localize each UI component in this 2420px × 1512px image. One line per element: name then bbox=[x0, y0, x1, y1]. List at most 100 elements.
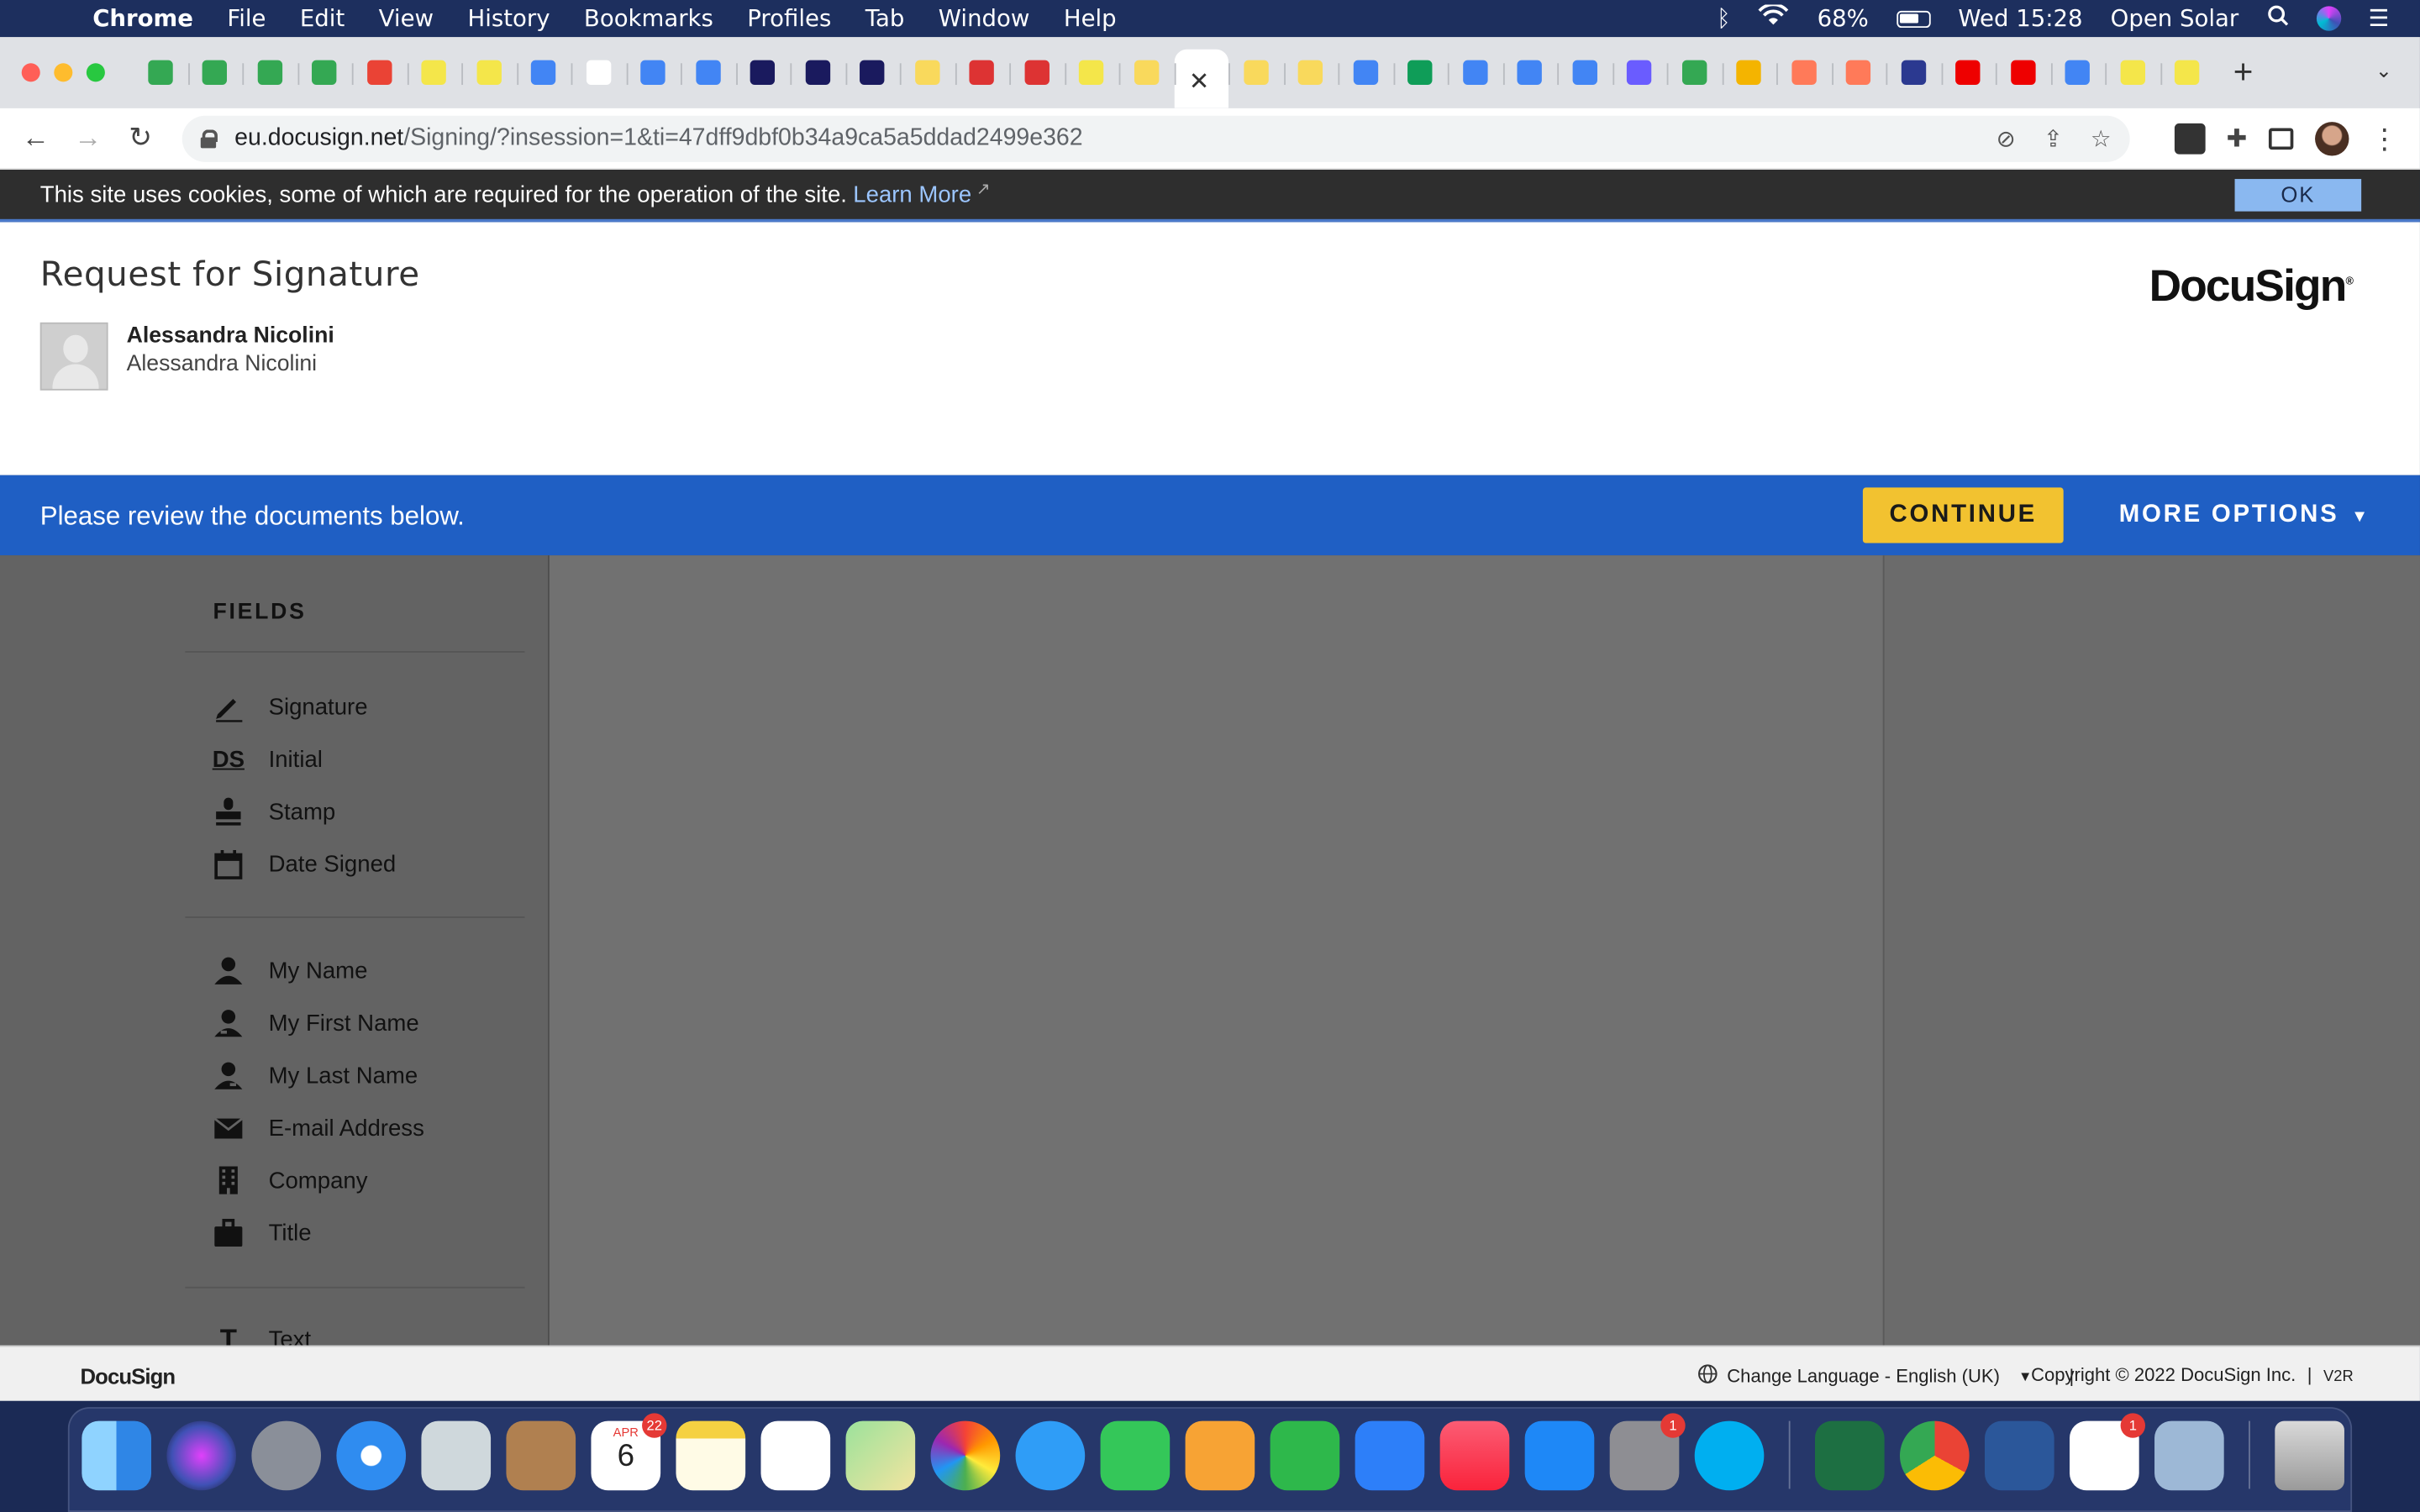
field-email-address[interactable]: E-mail Address bbox=[213, 1110, 424, 1144]
contacts-icon[interactable] bbox=[506, 1420, 576, 1491]
puzzle-extensions-icon[interactable]: ✚ bbox=[2227, 123, 2248, 155]
facetime-icon[interactable] bbox=[1100, 1420, 1171, 1491]
bluetooth-icon[interactable]: ᛒ bbox=[1717, 5, 1731, 33]
tab[interactable] bbox=[242, 50, 297, 96]
keynote-icon[interactable] bbox=[1355, 1420, 1425, 1491]
battery-icon[interactable] bbox=[1896, 9, 1931, 28]
tab-search-chevron-icon[interactable]: ⌄ bbox=[2375, 59, 2392, 83]
field-initial[interactable]: DS Initial bbox=[213, 742, 323, 775]
close-window-button[interactable] bbox=[21, 63, 40, 82]
tab[interactable] bbox=[1557, 50, 1612, 96]
menu-edit[interactable]: Edit bbox=[300, 5, 345, 33]
tab[interactable] bbox=[1009, 50, 1064, 96]
tab[interactable] bbox=[516, 50, 571, 96]
tab[interactable] bbox=[1940, 50, 1996, 96]
field-title[interactable]: Title bbox=[213, 1215, 312, 1249]
launchpad-icon[interactable] bbox=[251, 1420, 322, 1491]
back-icon[interactable]: ← bbox=[9, 122, 61, 155]
field-text[interactable]: T Text bbox=[213, 1322, 311, 1346]
field-my-name[interactable]: My Name bbox=[213, 953, 367, 987]
menu-profiles[interactable]: Profiles bbox=[747, 5, 831, 33]
change-language-select[interactable]: Change Language - English (UK) ▼ | bbox=[1697, 1364, 2074, 1389]
music-icon[interactable] bbox=[1439, 1420, 1510, 1491]
tab[interactable] bbox=[2050, 50, 2105, 96]
close-tab-icon[interactable]: ✕ bbox=[1189, 66, 1213, 96]
menu-file[interactable]: File bbox=[227, 5, 266, 33]
tab[interactable] bbox=[954, 50, 1009, 96]
reload-icon[interactable]: ↻ bbox=[114, 122, 166, 155]
tab[interactable] bbox=[680, 50, 735, 96]
safari-icon[interactable] bbox=[336, 1420, 407, 1491]
profile-avatar[interactable] bbox=[2315, 122, 2349, 156]
address-bar[interactable]: eu.docusign.net/Signing/?insession=1&ti=… bbox=[182, 115, 2130, 162]
pages-icon[interactable] bbox=[1185, 1420, 1255, 1491]
photos-icon[interactable] bbox=[930, 1420, 1001, 1491]
more-options-button[interactable]: MORE OPTIONS ▼ bbox=[2119, 501, 2370, 529]
tab[interactable] bbox=[133, 50, 187, 96]
minimize-window-button[interactable] bbox=[54, 63, 73, 82]
tab[interactable] bbox=[461, 50, 516, 96]
slack-icon[interactable]: 1 bbox=[2070, 1413, 2146, 1491]
continue-button[interactable]: CONTINUE bbox=[1862, 487, 2064, 543]
maps-icon[interactable] bbox=[845, 1420, 916, 1491]
tab[interactable] bbox=[406, 50, 461, 96]
calendar-icon[interactable]: APR 6 22 bbox=[591, 1413, 667, 1491]
word-icon[interactable] bbox=[1984, 1420, 2054, 1491]
tab[interactable] bbox=[844, 50, 900, 96]
menu-window[interactable]: Window bbox=[939, 5, 1030, 33]
tab[interactable] bbox=[187, 50, 242, 96]
field-my-last-name[interactable]: My Last Name bbox=[213, 1058, 418, 1092]
clock[interactable]: Wed 15:28 bbox=[1958, 5, 2082, 33]
reminders-icon[interactable] bbox=[760, 1420, 831, 1491]
lock-icon[interactable] bbox=[200, 129, 218, 149]
side-panel-icon[interactable] bbox=[2268, 128, 2294, 150]
tab[interactable] bbox=[1228, 50, 1283, 96]
skype-icon[interactable] bbox=[1694, 1420, 1765, 1491]
control-center-icon[interactable]: ☰ bbox=[2369, 5, 2390, 33]
tab[interactable] bbox=[735, 50, 790, 96]
field-date-signed[interactable]: Date Signed bbox=[213, 847, 396, 880]
forward-icon[interactable]: → bbox=[61, 122, 113, 155]
learn-more-link[interactable]: Learn More bbox=[853, 181, 971, 207]
numbers-icon[interactable] bbox=[1270, 1420, 1340, 1491]
menu-view[interactable]: View bbox=[379, 5, 434, 33]
tab[interactable] bbox=[2160, 50, 2214, 96]
tab[interactable] bbox=[1612, 50, 1666, 96]
share-icon[interactable]: ⇪ bbox=[2044, 125, 2063, 153]
tab[interactable] bbox=[1447, 50, 1502, 96]
spotlight-search-icon[interactable] bbox=[2266, 5, 2288, 33]
app-store-icon[interactable] bbox=[1524, 1420, 1595, 1491]
tab-active[interactable]: ✕ bbox=[1173, 49, 1229, 108]
mail-icon[interactable] bbox=[421, 1420, 492, 1491]
tab[interactable] bbox=[571, 50, 626, 96]
tab[interactable] bbox=[1721, 50, 1776, 96]
menu-tab[interactable]: Tab bbox=[865, 5, 905, 33]
tab[interactable] bbox=[1776, 50, 1831, 96]
zoom-window-button[interactable] bbox=[86, 63, 105, 82]
tab[interactable] bbox=[297, 50, 352, 96]
tab[interactable] bbox=[1666, 50, 1722, 96]
messages-icon[interactable] bbox=[1015, 1420, 1086, 1491]
tab[interactable] bbox=[1831, 50, 1886, 96]
tab[interactable] bbox=[1283, 50, 1338, 96]
status-app-name[interactable]: Open Solar bbox=[2111, 5, 2239, 33]
siri-icon[interactable] bbox=[166, 1420, 237, 1491]
tab[interactable] bbox=[1064, 50, 1118, 96]
tab[interactable] bbox=[790, 50, 844, 96]
tab[interactable] bbox=[1502, 50, 1557, 96]
wifi-icon[interactable] bbox=[1759, 3, 1790, 33]
chrome-icon[interactable] bbox=[1899, 1420, 1970, 1491]
trash-icon[interactable] bbox=[2275, 1420, 2344, 1491]
notes-icon[interactable] bbox=[676, 1420, 746, 1491]
tab[interactable] bbox=[625, 50, 681, 96]
finder-icon[interactable] bbox=[82, 1420, 151, 1491]
new-tab-button[interactable]: + bbox=[2233, 52, 2254, 92]
menu-app-name[interactable]: Chrome bbox=[92, 5, 193, 33]
extension-icon[interactable] bbox=[2174, 123, 2205, 155]
tab[interactable] bbox=[1118, 50, 1174, 96]
tab[interactable] bbox=[899, 50, 955, 96]
field-my-first-name[interactable]: My First Name bbox=[213, 1006, 419, 1040]
cookie-ok-button[interactable]: OK bbox=[2234, 179, 2362, 212]
tab[interactable] bbox=[1338, 50, 1392, 96]
document-viewer[interactable] bbox=[549, 555, 1883, 1346]
